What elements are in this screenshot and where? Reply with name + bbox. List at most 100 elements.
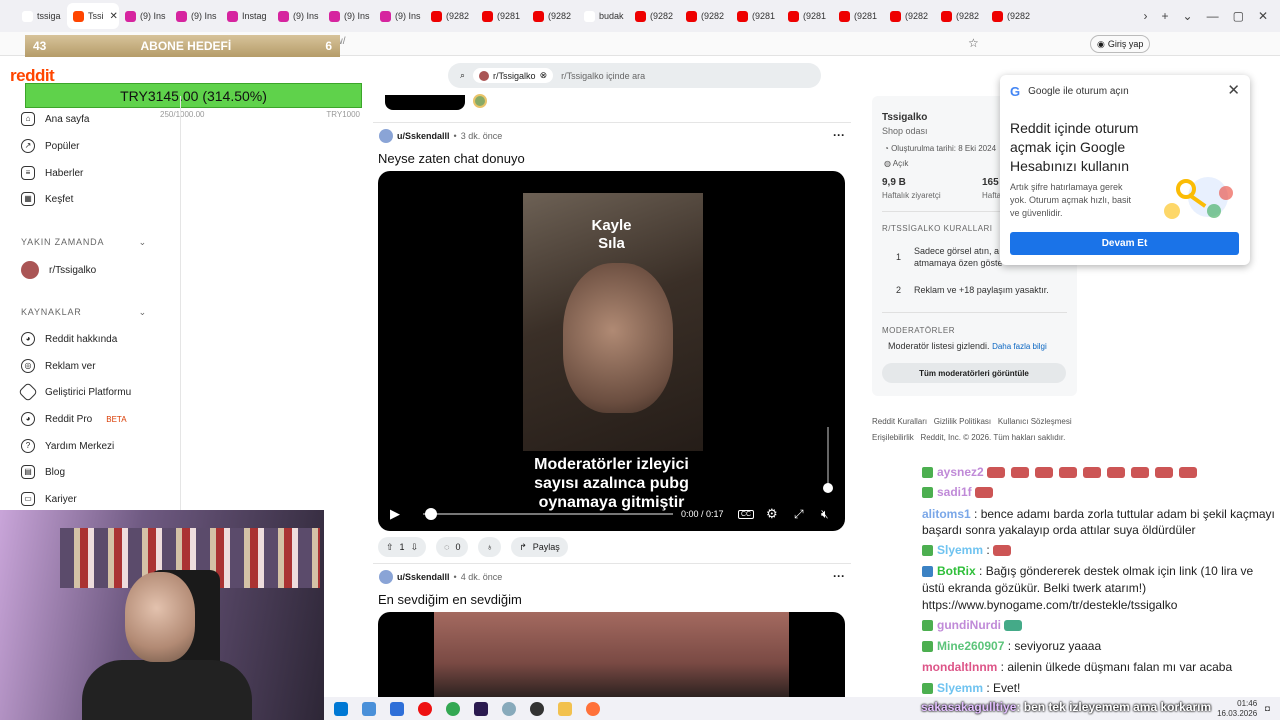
bookmark-star-icon[interactable]: ☆ bbox=[968, 36, 979, 50]
more-info-link[interactable]: Daha fazla bilgi bbox=[992, 342, 1047, 351]
google-signin-popup: G Google ile oturum açın ✕ Reddit içinde… bbox=[1000, 75, 1250, 265]
post-title[interactable]: En sevdiğim en sevdiğim bbox=[378, 592, 522, 607]
sidebar-item-help[interactable]: ? Yardım Merkezi bbox=[21, 439, 114, 453]
browser-tab[interactable]: (9282 bbox=[935, 3, 986, 29]
volume-knob[interactable] bbox=[823, 483, 833, 493]
opera-icon[interactable] bbox=[418, 701, 432, 716]
notification-icon[interactable]: ◘ bbox=[1265, 704, 1270, 713]
tab-label: (9282 bbox=[905, 11, 929, 21]
browser-login-button[interactable]: ◉ Giriş yap bbox=[1090, 35, 1151, 53]
sidebar-item-pro[interactable]: ◕ Reddit Pro BETA bbox=[21, 412, 127, 426]
tab-favicon-icon bbox=[737, 10, 748, 22]
chevron-down-icon: ⌄ bbox=[138, 307, 147, 317]
url-field[interactable]: ew/ bbox=[330, 36, 990, 52]
browser-tab[interactable]: (9282 bbox=[884, 3, 935, 29]
downvote-icon[interactable]: ⇩ bbox=[411, 542, 419, 553]
moderators-hidden-text: Moderatör listesi gizlendi. Daha fazla b… bbox=[888, 341, 1047, 351]
captions-icon[interactable]: CC bbox=[738, 509, 755, 519]
mute-icon[interactable]: 🔇︎ bbox=[821, 507, 829, 522]
tab-scroll-right-icon[interactable]: › bbox=[1144, 9, 1148, 23]
search-community-chip[interactable]: r/Tssigalko ⊗ bbox=[473, 68, 554, 83]
sidebar bbox=[0, 96, 181, 516]
browser-tab[interactable]: (9282 bbox=[680, 3, 731, 29]
play-icon[interactable]: ▶ bbox=[390, 506, 400, 522]
browser-tab[interactable]: (9) Ins bbox=[119, 3, 170, 29]
browser-tab[interactable]: (9) Ins bbox=[272, 3, 323, 29]
settings-icon[interactable]: ⚙ bbox=[766, 506, 778, 522]
app-icon[interactable] bbox=[390, 701, 404, 716]
search-input[interactable]: ⌕ r/Tssigalko ⊗ r/Tssigalko içinde ara bbox=[448, 63, 821, 88]
close-icon[interactable]: ✕ bbox=[1227, 81, 1240, 99]
browser-tab[interactable]: (9282 bbox=[527, 3, 578, 29]
browser-tab[interactable]: tssiga bbox=[16, 3, 67, 29]
sidebar-item-recent-community[interactable]: r/Tssigalko bbox=[21, 261, 96, 279]
tab-label: (9) Ins bbox=[191, 11, 217, 21]
browser-tab[interactable]: (9282 bbox=[425, 3, 476, 29]
volume-slider[interactable] bbox=[823, 427, 833, 493]
browser-tab[interactable]: (9281 bbox=[782, 3, 833, 29]
post-more-options-icon[interactable]: ··· bbox=[833, 128, 845, 142]
tab-favicon-icon bbox=[380, 10, 391, 22]
clear-chip-icon[interactable]: ⊗ bbox=[540, 70, 548, 81]
firefox-icon[interactable] bbox=[586, 701, 600, 716]
post-more-options-icon[interactable]: ··· bbox=[833, 569, 845, 583]
video-player[interactable] bbox=[378, 612, 845, 697]
upvote-icon[interactable]: ⇧ bbox=[386, 542, 394, 553]
browser-tab[interactable]: Tssi ✕ bbox=[67, 3, 119, 29]
browser-tab[interactable]: (9282 bbox=[986, 3, 1037, 29]
user-avatar[interactable] bbox=[379, 570, 393, 584]
sidebar-item-news[interactable]: ≡ Haberler bbox=[21, 166, 83, 180]
sidebar-item-developer[interactable]: Geliştirici Platformu bbox=[18, 382, 131, 402]
obs-icon[interactable] bbox=[530, 701, 544, 716]
share-button[interactable]: ↱ Paylaş bbox=[511, 537, 568, 557]
continue-button[interactable]: Devam Et bbox=[1010, 232, 1239, 255]
footer-links[interactable]: Reddit Kuralları Gizlilik Politikası Kul… bbox=[872, 417, 1072, 426]
fullscreen-icon[interactable]: ⤢ bbox=[794, 507, 804, 522]
chrome-icon[interactable] bbox=[446, 701, 460, 716]
resources-section-header[interactable]: KAYNAKLAR ⌄ bbox=[21, 307, 147, 318]
app-icon[interactable] bbox=[362, 701, 376, 716]
premiere-icon[interactable] bbox=[474, 701, 488, 716]
view-moderators-button[interactable]: Tüm moderatörleri görüntüle bbox=[882, 363, 1066, 383]
user-avatar[interactable] bbox=[379, 129, 393, 143]
browser-tab[interactable]: (9) Ins bbox=[170, 3, 221, 29]
subreddit-description: Shop odası bbox=[882, 126, 928, 136]
close-window-icon[interactable]: ✕ bbox=[1258, 9, 1268, 23]
sidebar-item-explore[interactable]: ▦ Keşfet bbox=[21, 192, 73, 206]
sidebar-item-about[interactable]: ◕ Reddit hakkında bbox=[21, 332, 117, 346]
start-icon[interactable] bbox=[334, 701, 348, 716]
browser-tab[interactable]: (9) Ins bbox=[374, 3, 425, 29]
recent-section-header[interactable]: YAKIN ZAMANDA ⌄ bbox=[21, 237, 147, 248]
rule-item[interactable]: Reklam ve +18 paylaşım yasaktır. bbox=[914, 285, 1049, 295]
award-button[interactable]: ♁ bbox=[478, 537, 502, 557]
maximize-icon[interactable]: ▢ bbox=[1233, 9, 1244, 23]
sidebar-item-blog[interactable]: ▤ Blog bbox=[21, 465, 65, 479]
browser-tab[interactable]: budak bbox=[578, 3, 629, 29]
app-icon[interactable] bbox=[502, 701, 516, 716]
key-illustration-icon bbox=[1164, 177, 1233, 219]
minimize-icon[interactable]: — bbox=[1207, 9, 1219, 23]
browser-tab[interactable]: (9281 bbox=[833, 3, 884, 29]
sidebar-item-popular[interactable]: ↗ Popüler bbox=[21, 139, 79, 153]
subscriber-goal-bar: 43 ABONE HEDEFİ 6 bbox=[25, 35, 340, 57]
donation-goal-sub: 250/1000.00 TRY1000 bbox=[160, 110, 360, 119]
sidebar-item-home[interactable]: ⌂ Ana sayfa bbox=[21, 112, 89, 126]
new-tab-icon[interactable]: + bbox=[1162, 9, 1169, 23]
browser-tab[interactable]: (9281 bbox=[476, 3, 527, 29]
pro-icon: ◕ bbox=[21, 412, 35, 426]
close-tab-icon[interactable]: ✕ bbox=[110, 11, 118, 22]
browser-tab[interactable]: (9282 bbox=[629, 3, 680, 29]
stream-chat: aysnez2 sadi1f alitoms1 : bence adamı ba… bbox=[920, 463, 1280, 697]
browser-tab[interactable]: (9281 bbox=[731, 3, 782, 29]
sidebar-item-ads[interactable]: ◎ Reklam ver bbox=[21, 359, 96, 373]
comments-button[interactable]: ◌ 0 bbox=[436, 537, 469, 557]
sidebar-item-career[interactable]: ▭ Kariyer bbox=[21, 492, 77, 506]
tab-list-icon[interactable]: ⌄ bbox=[1183, 9, 1193, 23]
post-title[interactable]: Neyse zaten chat donuyo bbox=[378, 151, 525, 166]
browser-tab[interactable]: (9) Ins bbox=[323, 3, 374, 29]
tab-favicon-icon bbox=[278, 10, 289, 22]
browser-tab[interactable]: Instag bbox=[221, 3, 272, 29]
video-player[interactable]: Kayle Sıla Moderatörler izleyici sayısı … bbox=[378, 171, 845, 531]
moderators-heading: MODERATÖRLER bbox=[882, 326, 955, 335]
folder-icon[interactable] bbox=[558, 701, 572, 716]
